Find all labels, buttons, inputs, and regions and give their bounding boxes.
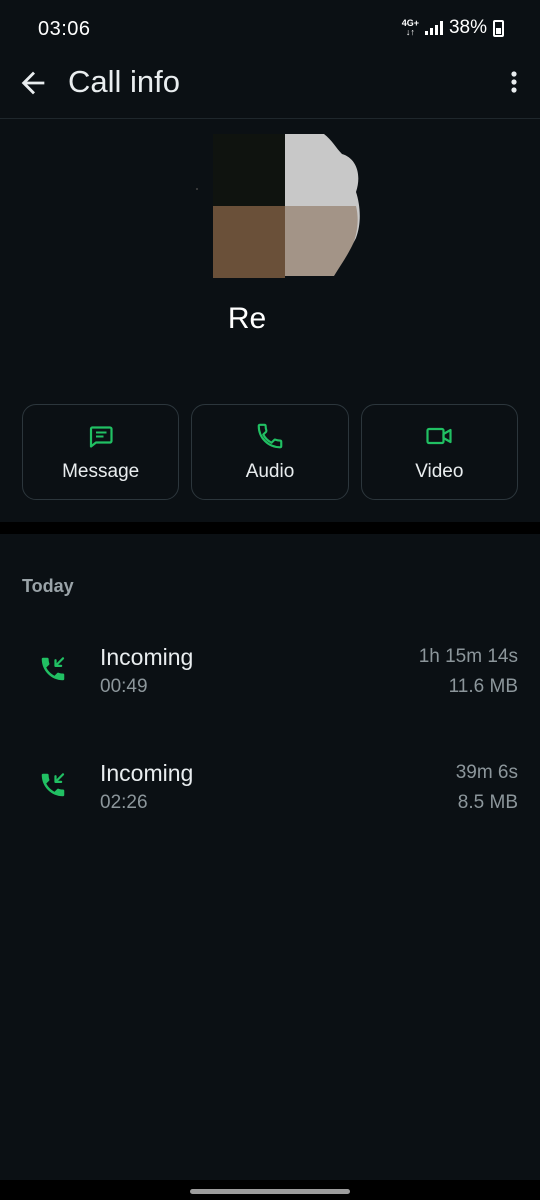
video-button-label: Video xyxy=(415,461,464,482)
more-vert-icon xyxy=(511,71,517,93)
action-buttons: Message Audio Video xyxy=(22,404,518,500)
contact-avatar[interactable] xyxy=(194,134,364,278)
call-info-screen: 03:06 4G+ ↓↑ 38% Call info Re Message Au… xyxy=(0,0,540,1200)
navigation-bar xyxy=(0,1180,540,1200)
message-button[interactable]: Message xyxy=(22,404,180,500)
incoming-call-icon xyxy=(41,773,65,797)
app-bar-divider xyxy=(0,118,540,119)
video-call-button[interactable]: Video xyxy=(360,404,518,500)
call-duration-label: 39m 6s xyxy=(455,762,518,783)
app-bar: Call info xyxy=(0,58,540,118)
audio-button-label: Audio xyxy=(245,461,295,482)
audio-call-button[interactable]: Audio xyxy=(191,404,349,500)
more-options-button[interactable] xyxy=(504,66,524,100)
call-type-label: Incoming xyxy=(100,644,194,670)
arrow-back-icon xyxy=(21,71,45,95)
calls-section-header: Today xyxy=(22,576,74,596)
status-time: 03:06 xyxy=(38,18,91,40)
call-size-label: 11.6 MB xyxy=(448,676,518,697)
network-activity-label: ↓↑ xyxy=(405,27,415,37)
battery-icon xyxy=(493,19,504,37)
status-icons: 4G+ ↓↑ 38% xyxy=(402,17,504,39)
call-log-row[interactable]: Incoming 00:49 1h 15m 14s 11.6 MB xyxy=(0,628,540,718)
network-type-icon: 4G+ ↓↑ xyxy=(402,19,419,37)
signal-icon xyxy=(424,21,443,35)
contact-name: Re xyxy=(227,302,267,335)
section-divider xyxy=(0,522,540,534)
videocam-icon xyxy=(426,427,452,445)
page-title: Call info xyxy=(68,64,180,99)
message-button-label: Message xyxy=(62,461,140,482)
back-button[interactable] xyxy=(16,66,50,100)
call-time-label: 00:49 xyxy=(100,676,148,697)
status-bar: 03:06 4G+ ↓↑ 38% xyxy=(0,0,540,60)
call-size-label: 8.5 MB xyxy=(457,792,518,813)
gesture-handle[interactable] xyxy=(190,1189,350,1194)
call-log-row[interactable]: Incoming 02:26 39m 6s 8.5 MB xyxy=(0,744,540,834)
call-time-label: 02:26 xyxy=(100,792,148,813)
incoming-call-icon xyxy=(41,657,65,681)
call-duration-label: 1h 15m 14s xyxy=(418,646,518,667)
message-icon xyxy=(89,426,113,448)
battery-percent: 38% xyxy=(448,17,487,38)
phone-icon xyxy=(257,423,283,449)
call-type-label: Incoming xyxy=(100,760,194,786)
